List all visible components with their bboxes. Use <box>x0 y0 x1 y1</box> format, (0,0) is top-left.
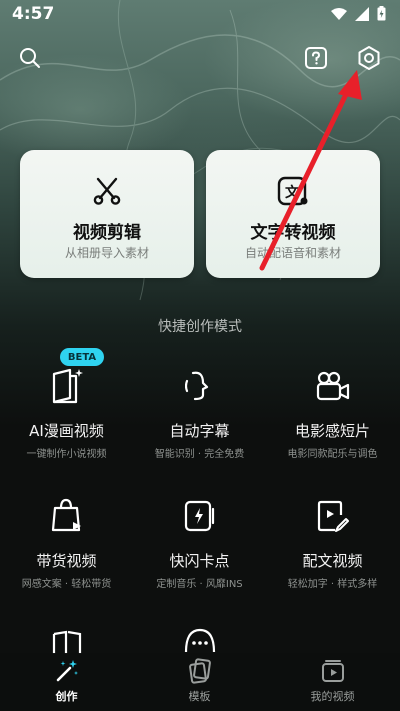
tab-label: 创作 <box>55 690 78 703</box>
status-time: 4:57 <box>12 4 55 24</box>
mode-subtitle: 定制音乐 · 风靡INS <box>156 579 243 590</box>
template-icon <box>188 658 211 684</box>
status-bar: 4:57 <box>0 0 400 28</box>
signal-icon <box>355 6 369 21</box>
scissors-icon <box>93 177 121 205</box>
magic-wand-icon <box>56 660 78 682</box>
mode-title: 自动字幕 <box>169 422 230 440</box>
mode-title: 带货视频 <box>36 552 97 570</box>
mode-ai-comic-video[interactable]: AI漫画视频 一键制作小说视频 <box>0 366 133 460</box>
settings-button[interactable] <box>355 44 383 72</box>
movie-camera-icon <box>316 371 349 401</box>
status-icons <box>331 6 386 21</box>
wifi-icon <box>331 7 347 20</box>
mode-title: 快闪卡点 <box>169 552 230 570</box>
beta-badge: BETA <box>60 348 104 366</box>
mode-title: AI漫画视频 <box>29 422 104 440</box>
mode-subtitle: 网感文案 · 轻松带货 <box>21 579 112 590</box>
shopping-bag-icon <box>51 498 81 532</box>
mode-title: 配文视频 <box>302 552 363 570</box>
help-icon <box>305 47 327 69</box>
video-edit-card[interactable]: 视频剪辑 从相册导入素材 <box>20 150 194 278</box>
flash-icon <box>184 500 214 532</box>
my-video-icon <box>321 660 344 682</box>
card-title: 文字转视频 <box>250 223 336 243</box>
battery-icon <box>377 6 386 21</box>
tab-label: 模板 <box>188 690 211 703</box>
tab-template[interactable]: 模板 <box>133 657 266 704</box>
tab-label: 我的视频 <box>310 690 355 703</box>
mode-subtitle: 电影同款配乐与调色 <box>287 449 378 460</box>
caption-icon <box>184 371 208 401</box>
mode-subtitle: 一键制作小说视频 <box>26 449 107 460</box>
help-button[interactable] <box>302 44 330 72</box>
mode-text-video[interactable]: 配文视频 轻松加字 · 样式多样 <box>266 496 399 590</box>
gear-icon <box>358 46 380 70</box>
text-video-icon: 文 <box>277 176 308 206</box>
card-subtitle: 自动配语音和素材 <box>244 246 341 260</box>
mode-subtitle: 轻松加字 · 样式多样 <box>287 579 378 590</box>
bottom-tab-bar: 创作 模板 我的视频 <box>0 653 400 711</box>
search-button[interactable] <box>16 44 44 72</box>
mode-cinematic-short[interactable]: 电影感短片 电影同款配乐与调色 <box>266 366 399 460</box>
text-to-video-card[interactable]: 文 文字转视频 自动配语音和素材 <box>206 150 380 278</box>
ai-comic-icon <box>52 368 83 404</box>
card-subtitle: 从相册导入素材 <box>64 246 149 260</box>
more-icon <box>184 628 216 652</box>
card-title: 视频剪辑 <box>73 223 141 243</box>
search-icon <box>20 48 40 68</box>
mode-product-video[interactable]: 带货视频 网感文案 · 轻松带货 <box>0 496 133 590</box>
book-icon <box>52 630 82 654</box>
edit-video-icon <box>317 500 349 532</box>
tab-create[interactable]: 创作 <box>0 657 133 704</box>
mode-title: 电影感短片 <box>294 422 370 440</box>
mode-flash-beat[interactable]: 快闪卡点 定制音乐 · 风靡INS <box>133 496 266 590</box>
mode-auto-caption[interactable]: 自动字幕 智能识别 · 完全免费 <box>133 366 266 460</box>
tab-my-videos[interactable]: 我的视频 <box>266 657 399 704</box>
section-title: 快捷创作模式 <box>158 319 242 335</box>
mode-subtitle: 智能识别 · 完全免费 <box>154 449 245 460</box>
svg-text:文: 文 <box>285 184 300 201</box>
